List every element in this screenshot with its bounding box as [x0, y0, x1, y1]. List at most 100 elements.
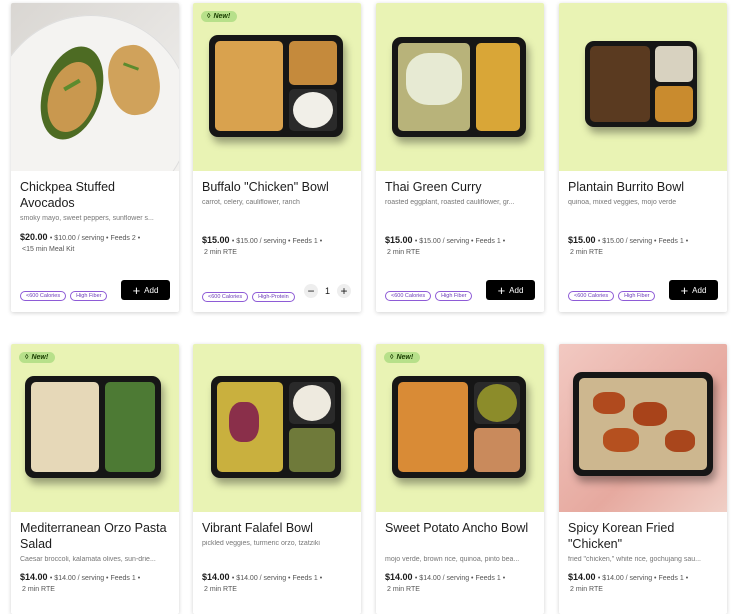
badge-label: New! — [396, 354, 414, 361]
product-description: roasted eggplant, roasted cauliflower, g… — [385, 199, 515, 206]
plus-icon: + — [497, 282, 506, 298]
product-price: $15.00 — [202, 235, 230, 245]
meal-tray — [209, 35, 343, 137]
meal-tray — [211, 376, 341, 478]
meal-tray — [392, 376, 526, 478]
meal-tray — [25, 376, 161, 478]
product-price: $14.00 — [202, 572, 230, 582]
plus-icon: + — [132, 282, 141, 298]
product-card[interactable]: Chickpea Stuffed Avocados smoky mayo, sw… — [11, 3, 179, 312]
diet-tag: High Fiber — [435, 291, 473, 301]
spark-icon: ◊ — [207, 13, 211, 20]
product-description: pickled veggies, turmeric orzo, tzatziki — [202, 540, 320, 547]
diet-tag: High Fiber — [70, 291, 108, 301]
product-card[interactable]: ◊ New! Mediterranean Orzo Pasta Salad Cae… — [11, 344, 179, 614]
meal-tray — [585, 41, 697, 127]
add-button[interactable]: + Add — [121, 280, 170, 300]
product-image[interactable] — [376, 3, 544, 171]
meal-tray — [392, 37, 526, 137]
product-price-line: $15.00 • $15.00 / serving • Feeds 1 • 2 … — [385, 235, 537, 258]
product-card[interactable]: ◊ New! Sweet Potato Ancho Bowl mojo verde… — [376, 344, 544, 614]
product-description: Caesar broccoli, kalamata olives, sun-dr… — [20, 556, 156, 563]
product-image[interactable] — [559, 344, 727, 512]
product-image[interactable]: ◊ New! — [193, 3, 361, 171]
prep-time: 2 min RTE — [570, 249, 603, 256]
serving-info: • $14.00 / serving • Feeds 1 • — [414, 575, 506, 582]
product-price: $15.00 — [568, 235, 596, 245]
quantity-value: 1 — [324, 286, 330, 296]
product-title[interactable]: Plantain Burrito Bowl — [568, 179, 720, 195]
product-price-line: $20.00 • $10.00 / serving • Feeds 2 • <1… — [20, 232, 172, 255]
prep-time: 2 min RTE — [204, 586, 237, 593]
prep-time: 2 min RTE — [570, 586, 603, 593]
product-image[interactable] — [11, 3, 179, 171]
prep-time: 2 min RTE — [22, 586, 55, 593]
product-price-line: $15.00 • $15.00 / serving • Feeds 1 • 2 … — [202, 235, 354, 258]
badge-label: New! — [213, 13, 231, 20]
diet-tag: <600 Calories — [202, 292, 249, 302]
product-price-line: $14.00 • $14.00 / serving • Feeds 1 • 2 … — [385, 572, 537, 595]
product-title[interactable]: Vibrant Falafel Bowl — [202, 520, 354, 536]
product-image[interactable]: ◊ New! — [376, 344, 544, 512]
new-badge: ◊ New! — [19, 352, 56, 363]
tag-list: <600 Calories High Fiber — [385, 291, 473, 301]
product-title[interactable]: Mediterranean Orzo Pasta Salad — [20, 520, 172, 552]
product-card[interactable]: Spicy Korean Fried "Chicken" fried "chic… — [559, 344, 727, 614]
product-description: quinoa, mixed veggies, mojo verde — [568, 199, 677, 206]
product-image[interactable] — [193, 344, 361, 512]
product-card[interactable]: Vibrant Falafel Bowl pickled veggies, tu… — [193, 344, 361, 614]
badge-label: New! — [31, 354, 49, 361]
product-price: $20.00 — [20, 232, 48, 242]
product-description: fried "chicken," white rice, gochujang s… — [568, 556, 701, 563]
product-title[interactable]: Spicy Korean Fried "Chicken" — [568, 520, 720, 552]
product-price: $15.00 — [385, 235, 413, 245]
spark-icon: ◊ — [25, 354, 29, 361]
new-badge: ◊ New! — [384, 352, 421, 363]
serving-info: • $15.00 / serving • Feeds 1 • — [597, 238, 689, 245]
product-title[interactable]: Sweet Potato Ancho Bowl — [385, 520, 537, 536]
serving-info: • $14.00 / serving • Feeds 1 • — [597, 575, 689, 582]
product-description: carrot, celery, cauliflower, ranch — [202, 199, 300, 206]
product-price-line: $14.00 • $14.00 / serving • Feeds 1 • 2 … — [20, 572, 172, 595]
product-description: smoky mayo, sweet peppers, sunflower s..… — [20, 215, 154, 222]
diet-tag: <600 Calories — [385, 291, 432, 301]
product-price: $14.00 — [568, 572, 596, 582]
diet-tag: <600 Calories — [20, 291, 67, 301]
meal-tray — [573, 372, 713, 476]
prep-time: 2 min RTE — [387, 586, 420, 593]
product-image[interactable]: ◊ New! — [11, 344, 179, 512]
tag-list: <600 Calories High Fiber — [20, 291, 108, 301]
prep-time: <15 min Meal Kit — [22, 246, 75, 253]
product-price: $14.00 — [385, 572, 413, 582]
product-price: $14.00 — [20, 572, 48, 582]
serving-info: • $15.00 / serving • Feeds 1 • — [414, 238, 506, 245]
serving-info: • $15.00 / serving • Feeds 1 • — [231, 238, 323, 245]
add-label: Add — [692, 285, 707, 295]
add-label: Add — [144, 285, 159, 295]
new-badge: ◊ New! — [201, 11, 238, 22]
serving-info: • $14.00 / serving • Feeds 1 • — [231, 575, 323, 582]
add-button[interactable]: + Add — [486, 280, 535, 300]
product-card[interactable]: Plantain Burrito Bowl quinoa, mixed vegg… — [559, 3, 727, 312]
prep-time: 2 min RTE — [204, 249, 237, 256]
increase-button[interactable]: + — [337, 284, 351, 298]
serving-info: • $10.00 / serving • Feeds 2 • — [49, 235, 141, 242]
diet-tag: High Fiber — [618, 291, 656, 301]
add-button[interactable]: + Add — [669, 280, 718, 300]
product-card[interactable]: Thai Green Curry roasted eggplant, roast… — [376, 3, 544, 312]
serving-info: • $14.00 / serving • Feeds 1 • — [49, 575, 141, 582]
decrease-button[interactable]: − — [303, 284, 318, 298]
product-image[interactable] — [559, 3, 727, 171]
add-label: Add — [509, 285, 524, 295]
product-title[interactable]: Chickpea Stuffed Avocados — [20, 179, 172, 211]
product-card[interactable]: ◊ New! Buffalo "Chicken" Bowl carrot, cel… — [193, 3, 361, 312]
plus-icon: + — [680, 282, 689, 298]
product-title[interactable]: Thai Green Curry — [385, 179, 537, 195]
diet-tag: High-Protein — [252, 292, 295, 302]
spark-icon: ◊ — [390, 354, 394, 361]
product-price-line: $14.00 • $14.00 / serving • Feeds 1 • 2 … — [202, 572, 354, 595]
quantity-stepper[interactable]: − 1 + — [303, 284, 351, 298]
diet-tag: <600 Calories — [568, 291, 615, 301]
tag-list: <600 Calories High Fiber — [568, 291, 656, 301]
product-title[interactable]: Buffalo "Chicken" Bowl — [202, 179, 354, 195]
